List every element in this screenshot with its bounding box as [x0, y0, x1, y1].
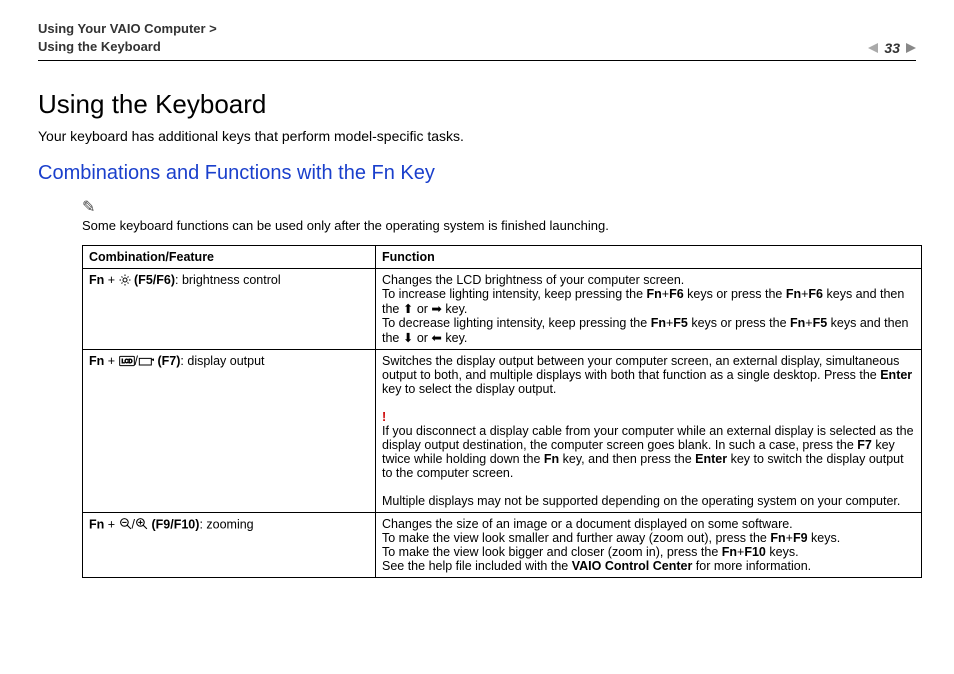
arrow-down-icon: ⬇ [403, 331, 413, 345]
func-text: key to select the display output. [382, 382, 556, 396]
page-number-block: 33 [868, 40, 916, 56]
key-name: Fn [722, 545, 737, 559]
key-name: F9 [793, 531, 808, 545]
page-number: 33 [884, 40, 900, 56]
fn-key-label: Fn [89, 518, 104, 532]
table-header-row: Combination/Feature Function [83, 246, 922, 269]
key-name: Fn [790, 316, 805, 330]
key-name: F7 [857, 438, 872, 452]
func-text: for more information. [692, 559, 811, 573]
key-name: Enter [695, 452, 727, 466]
arrow-up-icon: ⬆ [403, 302, 413, 316]
note-text: Some keyboard functions can be used only… [82, 218, 609, 233]
key-name: F5 [673, 316, 688, 330]
func-text: or [413, 302, 431, 316]
note-icon: ✎ [82, 199, 95, 216]
func-text: keys. [766, 545, 799, 559]
warning-icon: ! [382, 410, 386, 424]
breadcrumb: Using Your VAIO Computer > Using the Key… [38, 20, 217, 56]
key-name: F10 [744, 545, 766, 559]
col-header-function: Function [376, 246, 922, 269]
key-name: F6 [808, 287, 823, 301]
zoom-out-icon [119, 517, 132, 533]
function-cell: Changes the LCD brightness of your compu… [376, 269, 922, 350]
func-text: key, and then press the [559, 452, 695, 466]
key-name: Fn [544, 452, 559, 466]
lcd-icon: LCD [119, 355, 135, 370]
page-header: Using Your VAIO Computer > Using the Key… [38, 20, 916, 61]
func-text: To make the view look smaller and furthe… [382, 531, 770, 545]
func-text: key. [442, 302, 467, 316]
func-text: Multiple displays may not be supported d… [382, 494, 900, 508]
external-display-icon [138, 355, 154, 370]
product-name: VAIO Control Center [572, 559, 693, 573]
func-text: If you disconnect a display cable from y… [382, 424, 914, 452]
fn-key-label: Fn [89, 354, 104, 368]
zoom-in-icon [135, 517, 148, 533]
key-spec: (F9/F10) [152, 518, 200, 532]
key-name: Fn [651, 316, 666, 330]
function-cell: Changes the size of an image or a docume… [376, 513, 922, 578]
breadcrumb-line2: Using the Keyboard [38, 39, 161, 54]
arrow-left-icon: ⬅ [431, 331, 441, 345]
key-name: Fn [647, 287, 662, 301]
combo-cell: Fn + / (F9/F10): zooming [83, 513, 376, 578]
func-text: Changes the LCD brightness of your compu… [382, 273, 684, 287]
func-text: keys. [808, 531, 841, 545]
func-text: Changes the size of an image or a docume… [382, 517, 793, 531]
key-spec: (F7) [158, 354, 181, 368]
combo-cell: Fn + LCD / (F7): display output [83, 350, 376, 513]
key-name: Fn [770, 531, 785, 545]
key-spec: (F5/F6) [134, 273, 175, 287]
key-name: F6 [669, 287, 684, 301]
next-page-arrow-icon[interactable] [906, 43, 916, 53]
note-block: ✎ Some keyboard functions can be used on… [38, 199, 916, 235]
func-text: See the help file included with the [382, 559, 572, 573]
func-text: or [413, 331, 431, 345]
plus-sign: + [805, 316, 812, 330]
prev-page-arrow-icon[interactable] [868, 43, 878, 53]
func-text: To decrease lighting intensity, keep pre… [382, 316, 651, 330]
plus-sign: + [786, 531, 793, 545]
func-text: To make the view look bigger and closer … [382, 545, 722, 559]
combo-desc: : display output [180, 354, 264, 368]
combo-desc: : zooming [199, 518, 253, 532]
fn-key-table: Combination/Feature Function Fn + (F5/F6… [82, 245, 922, 578]
plus-sign: + [662, 287, 669, 301]
col-header-combination: Combination/Feature [83, 246, 376, 269]
section-title: Combinations and Functions with the Fn K… [38, 162, 916, 185]
warning-text: If you disconnect a display cable from y… [382, 424, 914, 480]
key-name: Fn [786, 287, 801, 301]
func-text: Switches the display output between your… [382, 354, 899, 382]
table-row: Fn + / (F9/F10): zooming Changes the siz… [83, 513, 922, 578]
func-text: To increase lighting intensity, keep pre… [382, 287, 647, 301]
func-text: keys or press the [688, 316, 790, 330]
combo-cell: Fn + (F5/F6): brightness control [83, 269, 376, 350]
table-row: Fn + LCD / (F7): display output Switches… [83, 350, 922, 513]
key-name: Enter [880, 368, 912, 382]
document-page: Using Your VAIO Computer > Using the Key… [0, 0, 954, 608]
breadcrumb-line1: Using Your VAIO Computer > [38, 21, 217, 36]
func-text: keys or press the [684, 287, 786, 301]
brightness-icon [119, 274, 131, 289]
table-row: Fn + (F5/F6): brightness control Changes… [83, 269, 922, 350]
fn-key-label: Fn [89, 273, 104, 287]
func-text: key. [442, 331, 467, 345]
intro-text: Your keyboard has additional keys that p… [38, 128, 916, 144]
page-title: Using the Keyboard [38, 89, 916, 120]
key-name: F5 [813, 316, 828, 330]
function-cell: Switches the display output between your… [376, 350, 922, 513]
combo-desc: : brightness control [175, 273, 281, 287]
svg-text:LCD: LCD [121, 359, 132, 365]
arrow-right-icon: ➡ [431, 302, 441, 316]
